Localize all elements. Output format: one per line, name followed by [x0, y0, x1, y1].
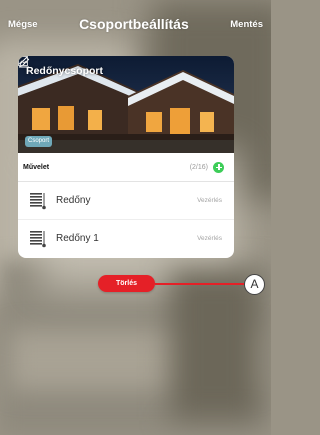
device-name: Redőny: [56, 195, 91, 206]
page-title: Csoportbeállítás: [79, 16, 189, 32]
group-image[interactable]: Redőnycsoport Csoport: [18, 56, 234, 153]
list-item[interactable]: Redőny Vezérlés: [18, 182, 234, 219]
shutter-icon: [30, 230, 46, 247]
operations-count: (2/16): [189, 163, 208, 171]
top-bar: Mégse Csoportbeállítás Mentés: [0, 0, 271, 48]
delete-button[interactable]: Törlés: [98, 275, 155, 292]
operations-header: Művelet (2/16): [18, 153, 234, 182]
device-name: Redőny 1: [56, 233, 99, 244]
control-link[interactable]: Vezérlés: [197, 197, 222, 204]
shutter-icon: [30, 192, 46, 209]
list-item[interactable]: Redőny 1 Vezérlés: [18, 219, 234, 257]
save-button[interactable]: Mentés: [230, 19, 263, 30]
callout-line: [155, 283, 244, 285]
group-name: Redőnycsoport: [26, 65, 104, 77]
operations-label: Művelet: [23, 163, 50, 171]
add-device-button[interactable]: [213, 161, 224, 173]
callout-label: A: [244, 274, 265, 295]
cancel-button[interactable]: Mégse: [8, 19, 38, 30]
control-link[interactable]: Vezérlés: [197, 235, 222, 242]
group-tag: Csoport: [25, 136, 53, 147]
group-settings-card: Redőnycsoport Csoport Művelet (2/16) Red…: [18, 56, 234, 258]
image-icon[interactable]: [18, 56, 28, 66]
